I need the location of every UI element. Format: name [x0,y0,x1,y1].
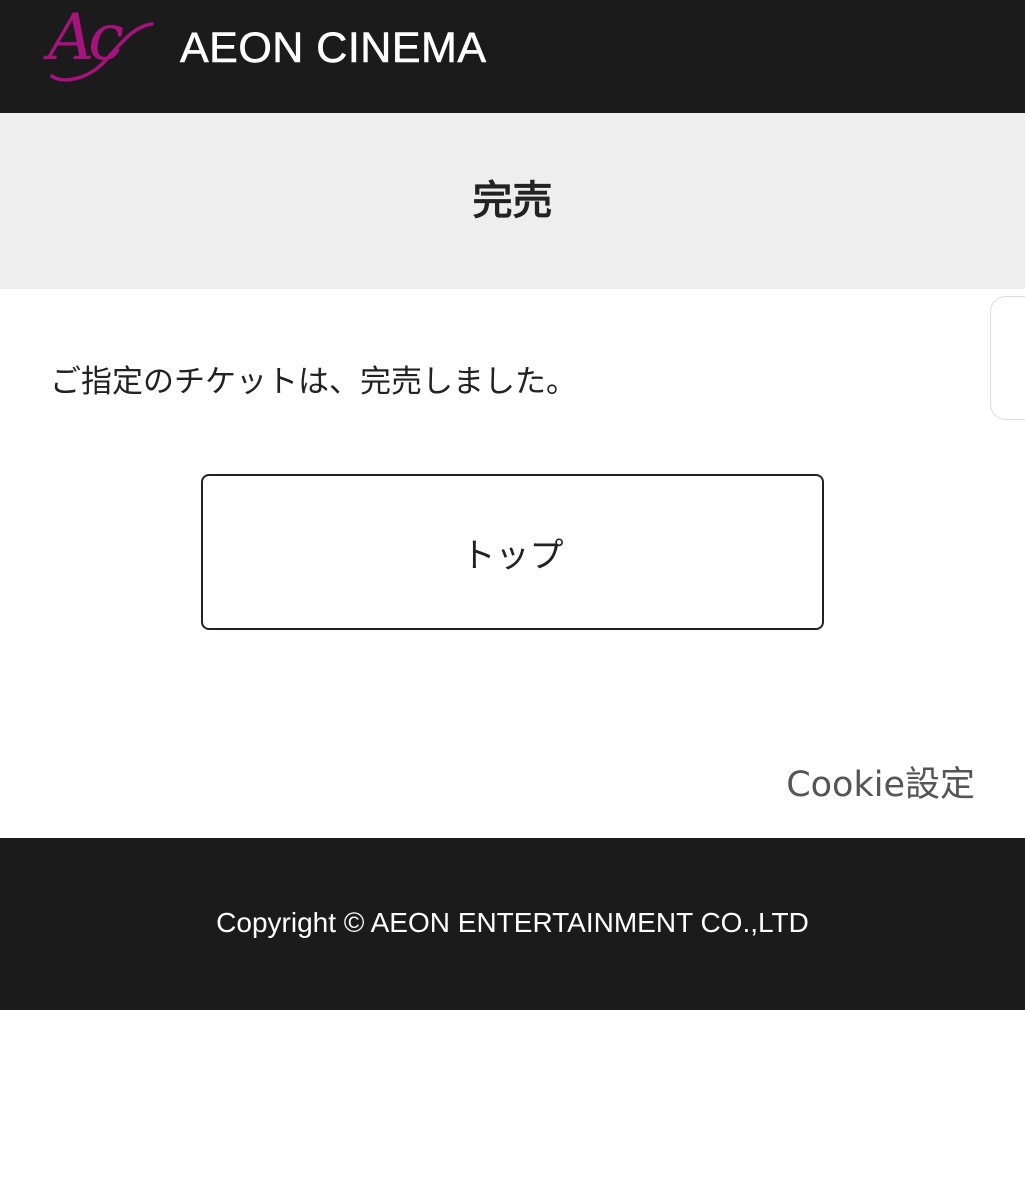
sold-out-message: ご指定のチケットは、完売しました。 [50,364,577,400]
brand-mark-icon: Ac [48,6,173,86]
title-band: 完売 [0,113,1025,289]
site-header: Ac AEON CINEMA [0,0,1025,113]
site-footer: Copyright © AEON ENTERTAINMENT CO.,LTD [0,838,1025,1010]
top-button[interactable]: トップ [201,474,824,630]
brand-logo[interactable]: Ac AEON CINEMA [48,6,508,86]
copyright-text: Copyright © AEON ENTERTAINMENT CO.,LTD [216,907,809,938]
brand-name: AEON CINEMA [180,24,487,72]
page-title: 完売 [472,178,553,224]
cookie-settings-link[interactable]: Cookie設定 [786,764,975,806]
side-tab[interactable] [990,296,1025,420]
page: Ac AEON CINEMA 完売 ご指定のチケットは、完売しました。 トップ … [0,0,1025,1200]
brand-mark-text: Ac [48,1,124,75]
